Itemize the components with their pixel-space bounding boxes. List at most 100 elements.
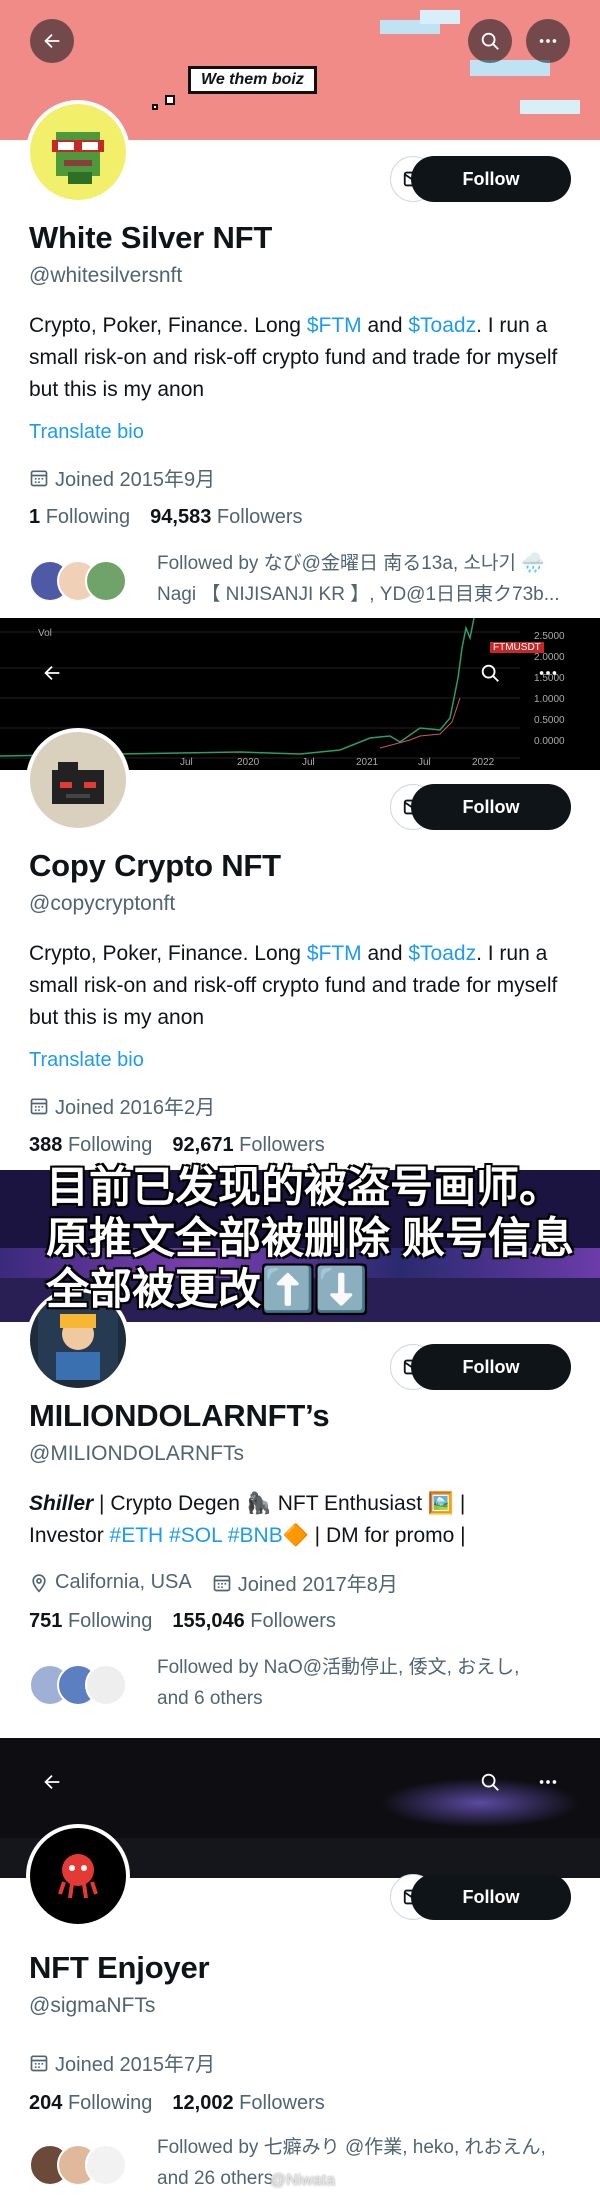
joined-date: Joined 2016年2月 xyxy=(29,1091,215,1120)
more-icon xyxy=(537,662,559,684)
back-button[interactable] xyxy=(30,651,74,695)
following-count: 388 xyxy=(29,1134,63,1156)
translate-bio-link[interactable]: Translate bio xyxy=(29,421,144,444)
followers-label: Followers xyxy=(239,1134,325,1156)
bio-cashtag-link[interactable]: $Toadz xyxy=(408,314,476,337)
search-button[interactable] xyxy=(468,651,512,695)
following-link[interactable]: 1 Following xyxy=(29,506,130,529)
search-button[interactable] xyxy=(468,19,512,63)
back-arrow-icon xyxy=(41,662,63,684)
calendar-icon xyxy=(29,1096,49,1116)
octopus-avatar-art xyxy=(58,1854,98,1899)
follow-stats: 204 Following 12,002 Followers xyxy=(29,2092,325,2115)
display-name: White Silver NFT xyxy=(29,220,273,255)
followed-by-text[interactable]: Followed by なび@金曜日 南る13a, 소나기 🌧️ Nagi 【 … xyxy=(157,548,577,610)
back-button[interactable] xyxy=(30,1760,74,1804)
avatar xyxy=(85,1664,127,1706)
y-tick: 2.5000 xyxy=(534,631,565,642)
followed-by-line: Followed by なび@金曜日 南る13a, 소나기 🌧️ xyxy=(157,553,545,574)
pixel-dot xyxy=(152,104,158,110)
following-label: Following xyxy=(67,1134,153,1156)
follow-button[interactable]: Follow xyxy=(411,156,571,202)
x-tick: 2022 xyxy=(472,757,495,768)
profile-meta-row: California, USA Joined 2017年8月 xyxy=(29,1568,398,1597)
following-label: Following xyxy=(45,506,131,528)
profile-card-2: Vol FTMUSDT 2.5000 2.0000 1.5000 1.0000 … xyxy=(0,618,600,1170)
x-tick: Jul xyxy=(180,757,193,768)
bio-text: and xyxy=(361,942,409,965)
avatar xyxy=(85,560,127,602)
back-button[interactable] xyxy=(30,19,74,63)
following-count: 204 xyxy=(29,2092,63,2114)
more-button[interactable] xyxy=(526,19,570,63)
more-button[interactable] xyxy=(526,651,570,695)
following-link[interactable]: 751 Following xyxy=(29,1610,152,1633)
handle: @copycryptonft xyxy=(29,892,176,915)
bio-text: | Crypto Degen 🦍 NFT Enthusiast 🖼️ | xyxy=(93,1492,466,1515)
follow-stats: 1 Following 94,583 Followers xyxy=(29,506,302,529)
location-text: California, USA xyxy=(55,1571,192,1593)
bio-cashtag-link[interactable]: $Toadz xyxy=(408,942,476,965)
bio-text: Investor xyxy=(29,1524,110,1547)
following-count: 751 xyxy=(29,1610,63,1632)
bio-text: and xyxy=(361,314,409,337)
following-link[interactable]: 388 Following xyxy=(29,1134,152,1157)
followers-label: Followers xyxy=(216,506,303,528)
following-label: Following xyxy=(67,2092,153,2114)
follow-button[interactable]: Follow xyxy=(411,1874,571,1920)
followed-by-avatars[interactable] xyxy=(29,2144,127,2186)
back-arrow-icon xyxy=(41,30,63,52)
bio-cashtag-link[interactable]: $FTM xyxy=(307,314,362,337)
search-icon xyxy=(479,662,501,684)
follow-button[interactable]: Follow xyxy=(411,1344,571,1390)
display-name: Copy Crypto NFT xyxy=(29,848,281,883)
bio-line-2: Investor #ETH #SOL #BNB🔶 | DM for promo … xyxy=(29,1520,569,1552)
bio-hashtag-link[interactable]: #SOL xyxy=(169,1524,222,1547)
followers-link[interactable]: 92,671 Followers xyxy=(172,1134,324,1157)
followers-link[interactable]: 94,583 Followers xyxy=(150,506,302,529)
follow-stats: 751 Following 155,046 Followers xyxy=(29,1610,336,1633)
watermark: @Niwata xyxy=(270,2172,336,2189)
search-icon xyxy=(479,30,501,52)
followers-link[interactable]: 12,002 Followers xyxy=(172,2092,324,2115)
joined-text: Joined 2017年8月 xyxy=(237,1574,398,1596)
cloud-shape xyxy=(420,10,460,24)
followers-label: Followers xyxy=(250,1610,336,1632)
x-tick: 2020 xyxy=(237,757,260,768)
following-link[interactable]: 204 Following xyxy=(29,2092,152,2115)
cloud-shape xyxy=(470,60,550,76)
followed-by-text[interactable]: Followed by NaO@活動停止, 倭文, おえし, and 6 oth… xyxy=(157,1652,577,1714)
more-button[interactable] xyxy=(526,1760,570,1804)
joined-text: Joined 2015年7月 xyxy=(55,2054,216,2076)
following-label: Following xyxy=(67,1610,153,1632)
search-icon xyxy=(479,1771,501,1793)
follow-button[interactable]: Follow xyxy=(411,784,571,830)
avatar[interactable] xyxy=(26,728,130,832)
followers-count: 92,671 xyxy=(172,1134,234,1156)
search-button[interactable] xyxy=(468,1760,512,1804)
avatar[interactable] xyxy=(26,100,130,204)
joined-text: Joined 2015年9月 xyxy=(55,469,216,491)
followers-count: 94,583 xyxy=(150,506,212,528)
avatar[interactable] xyxy=(26,1824,130,1928)
bio-hashtag-link[interactable]: #BNB xyxy=(228,1524,283,1547)
joined-date: Joined 2015年9月 xyxy=(29,463,215,492)
bio-hashtag-link[interactable]: #ETH xyxy=(110,1524,164,1547)
followed-by-avatars[interactable] xyxy=(29,560,127,602)
followers-count: 155,046 xyxy=(172,1610,245,1632)
chart-volume-label: Vol xyxy=(38,628,52,639)
follow-stats: 388 Following 92,671 Followers xyxy=(29,1134,325,1157)
pepe-avatar-art xyxy=(52,132,104,184)
followed-by-text[interactable]: Followed by 七癖みり @作業, heko, れおえん, and 26… xyxy=(157,2132,577,2194)
followed-by-line: Nagi 【 NIJISANJI KR 】, YD@1日目東ク73b... xyxy=(157,584,560,605)
location-icon xyxy=(29,1573,49,1593)
followers-count: 12,002 xyxy=(172,2092,234,2114)
followed-by-avatars[interactable] xyxy=(29,1664,127,1706)
translate-bio-link[interactable]: Translate bio xyxy=(29,1049,144,1072)
x-tick: Jul xyxy=(418,757,431,768)
followers-link[interactable]: 155,046 Followers xyxy=(172,1610,335,1633)
y-tick: 0.0000 xyxy=(534,736,565,747)
bio-cashtag-link[interactable]: $FTM xyxy=(307,942,362,965)
bio-text: Crypto, Poker, Finance. Long xyxy=(29,314,307,337)
bio-text: Shiller xyxy=(29,1492,94,1515)
